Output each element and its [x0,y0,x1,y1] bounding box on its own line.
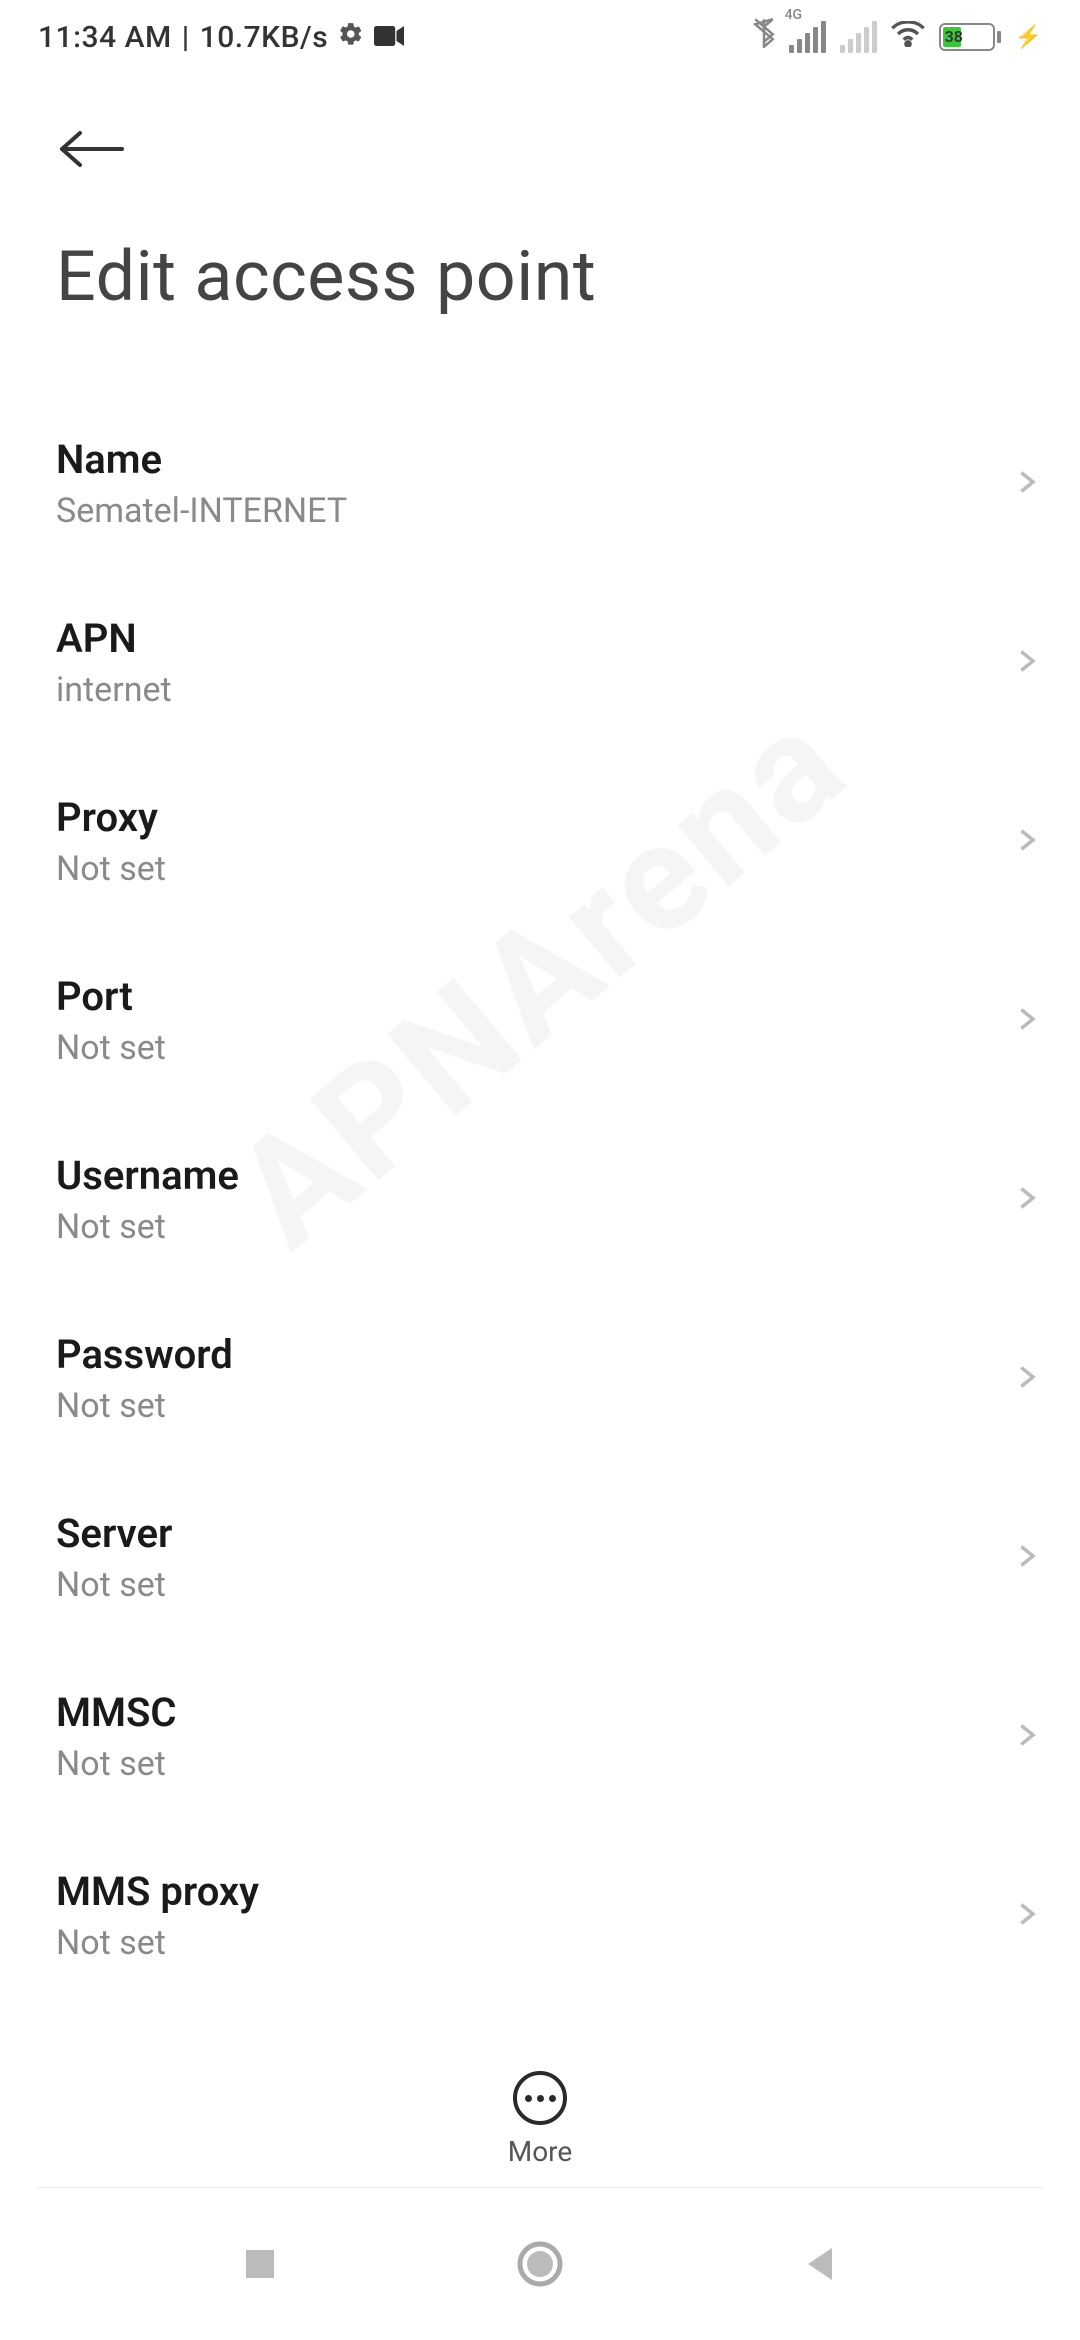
more-button[interactable]: More [0,2059,1080,2168]
setting-value: Not set [56,1565,172,1605]
setting-value: Not set [56,849,166,889]
chevron-right-icon [1012,826,1040,858]
chevron-right-icon [1012,1900,1040,1932]
nav-back-button[interactable] [790,2234,850,2294]
setting-value: Not set [56,1744,177,1784]
setting-label: Server [56,1510,172,1557]
setting-label: Password [56,1331,233,1378]
setting-mms-proxy[interactable]: MMS proxy Not set [0,1826,1080,2005]
setting-value: Not set [56,1386,233,1426]
setting-value: Not set [56,1207,239,1247]
setting-name[interactable]: Name Sematel-INTERNET [0,394,1080,573]
chevron-right-icon [1012,1542,1040,1574]
network-type-label: 4G [785,7,803,23]
more-label: More [508,2135,573,2168]
setting-label: Name [56,436,347,483]
setting-password[interactable]: Password Not set [0,1289,1080,1468]
setting-label: MMS proxy [56,1868,259,1915]
setting-port[interactable]: Port Not set [0,931,1080,1110]
more-icon [513,2071,567,2125]
chevron-right-icon [1012,1363,1040,1395]
camera-icon [374,20,404,55]
setting-proxy[interactable]: Proxy Not set [0,752,1080,931]
back-button[interactable] [56,124,128,174]
status-separator: | [182,20,190,55]
settings-list: Name Sematel-INTERNET APN internet Proxy… [0,374,1080,2005]
chevron-right-icon [1012,1184,1040,1216]
system-nav-bar [0,2188,1080,2340]
setting-value: Not set [56,1028,166,1068]
bluetooth-icon [753,18,775,56]
setting-apn[interactable]: APN internet [0,573,1080,752]
setting-value: Sematel-INTERNET [56,491,347,531]
gear-icon [338,20,364,55]
setting-value: internet [56,670,172,710]
chevron-right-icon [1012,468,1040,500]
nav-recents-button[interactable] [230,2234,290,2294]
setting-mmsc[interactable]: MMSC Not set [0,1647,1080,1826]
charging-icon: ⚡ [1015,25,1042,50]
status-bar: 11:34 AM | 10.7KB/s 4G [0,0,1080,66]
setting-label: Proxy [56,794,166,841]
setting-value: Not set [56,1923,259,1963]
setting-label: APN [56,615,172,662]
battery-indicator: 38 [939,23,1001,51]
signal-sim2 [840,21,877,53]
signal-sim1: 4G [789,21,826,53]
setting-server[interactable]: Server Not set [0,1468,1080,1647]
page-title: Edit access point [0,174,1080,374]
status-time: 11:34 AM [38,20,172,55]
chevron-right-icon [1012,1721,1040,1753]
status-left: 11:34 AM | 10.7KB/s [38,20,404,55]
setting-label: Port [56,973,166,1020]
status-speed: 10.7KB/s [200,20,329,55]
battery-percent: 38 [945,27,963,46]
setting-username[interactable]: Username Not set [0,1110,1080,1289]
wifi-icon [891,20,925,55]
setting-label: Username [56,1152,239,1199]
setting-label: MMSC [56,1689,177,1736]
chevron-right-icon [1012,1005,1040,1037]
chevron-right-icon [1012,647,1040,679]
status-right: 4G 38 ⚡ [753,18,1042,56]
nav-home-button[interactable] [510,2234,570,2294]
